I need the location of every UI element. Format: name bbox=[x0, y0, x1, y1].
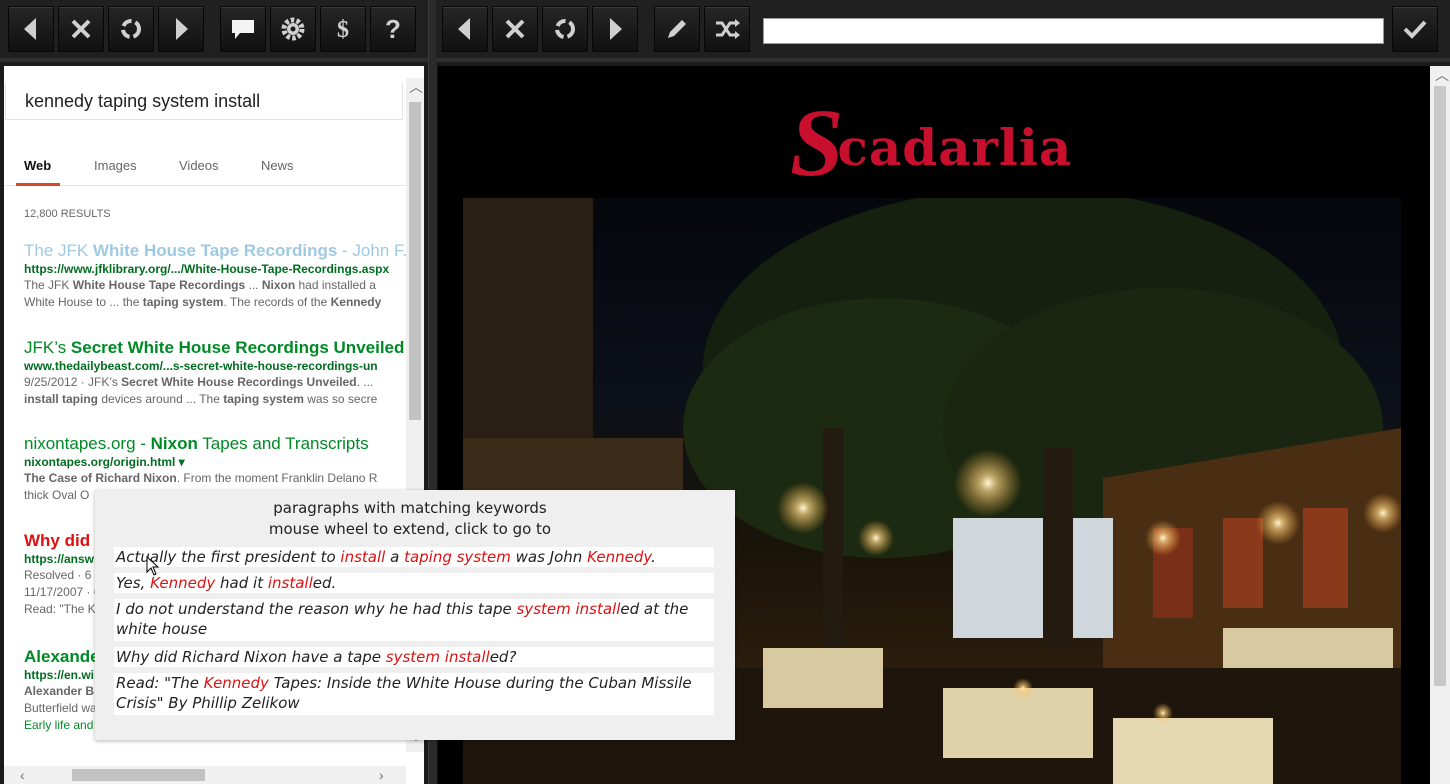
go-button[interactable] bbox=[1392, 6, 1438, 52]
close-button[interactable] bbox=[58, 6, 104, 52]
horizontal-scrollbar[interactable]: ‹ › bbox=[4, 766, 406, 784]
settings-button[interactable] bbox=[270, 6, 316, 52]
result-url[interactable]: https://www.jfklibrary.org/.../White-Hou… bbox=[24, 262, 414, 277]
tab-images[interactable]: Images bbox=[94, 158, 137, 173]
search-tabs: Web Images Videos News bbox=[4, 150, 406, 186]
forward-button[interactable] bbox=[592, 6, 638, 52]
dollar-button[interactable]: $ bbox=[320, 6, 366, 52]
check-icon bbox=[1403, 20, 1427, 39]
scrollbar-thumb[interactable] bbox=[409, 102, 421, 420]
matched-paragraph[interactable]: Actually the first president to install … bbox=[114, 547, 714, 567]
pencil-icon bbox=[668, 20, 686, 38]
gear-icon bbox=[281, 17, 305, 41]
site-logo[interactable]: S cadarlia bbox=[790, 88, 1072, 198]
scrollbar-thumb[interactable] bbox=[72, 769, 205, 781]
search-result: JFK’s Secret White House Recordings Unve… bbox=[24, 337, 414, 408]
speech-bubble-icon bbox=[232, 20, 254, 39]
svg-text:$: $ bbox=[337, 17, 349, 43]
active-tab-underline bbox=[16, 183, 60, 186]
result-title-link[interactable]: The JFK White House Tape Recordings - Jo… bbox=[24, 240, 414, 262]
url-input[interactable] bbox=[763, 18, 1384, 44]
question-icon: ? bbox=[385, 14, 401, 44]
back-icon bbox=[458, 18, 470, 40]
scroll-up-icon[interactable]: ︿ bbox=[409, 80, 423, 94]
result-snippet: 9/25/2012 · JFK’s Secret White House Rec… bbox=[24, 375, 374, 389]
result-title-link[interactable]: nixontapes.org - Nixon Tapes and Transcr… bbox=[24, 433, 414, 455]
tab-web[interactable]: Web bbox=[24, 158, 51, 173]
result-url[interactable]: www.thedailybeast.com/...s-secret-white-… bbox=[24, 359, 414, 374]
result-snippet: The Case of Richard Nixon. From the mome… bbox=[24, 471, 378, 485]
mouse-cursor-icon bbox=[146, 556, 160, 576]
close-icon bbox=[71, 19, 91, 39]
scroll-right-icon[interactable]: › bbox=[379, 768, 384, 782]
edit-button[interactable] bbox=[654, 6, 700, 52]
close-button[interactable] bbox=[492, 6, 538, 52]
popup-heading: paragraphs with matching keywords bbox=[273, 499, 547, 517]
logo-text: cadarlia bbox=[837, 117, 1073, 177]
result-snippet: The JFK White House Tape Recordings ... … bbox=[24, 278, 376, 292]
right-toolbar bbox=[436, 0, 1450, 62]
result-title-link[interactable]: JFK’s Secret White House Recordings Unve… bbox=[24, 337, 414, 359]
tab-news[interactable]: News bbox=[261, 158, 294, 173]
popup-header: paragraphs with matching keywords mouse … bbox=[95, 498, 725, 540]
search-input[interactable]: kennedy taping system install bbox=[5, 82, 403, 120]
forward-button[interactable] bbox=[158, 6, 204, 52]
result-url[interactable]: nixontapes.org/origin.html ▾ bbox=[24, 455, 414, 470]
back-button[interactable] bbox=[442, 6, 488, 52]
reload-icon bbox=[555, 19, 575, 39]
left-toolbar: $ ? bbox=[0, 0, 430, 62]
matched-paragraph[interactable]: Read: "The Kennedy Tapes: Inside the Whi… bbox=[114, 673, 714, 715]
help-button[interactable]: ? bbox=[370, 6, 416, 52]
matched-paragraph[interactable]: I do not understand the reason why he ha… bbox=[114, 599, 714, 641]
back-button[interactable] bbox=[8, 6, 54, 52]
result-snippet: White House to ... the taping system. Th… bbox=[24, 295, 382, 309]
reload-icon bbox=[121, 19, 141, 39]
svg-text:?: ? bbox=[385, 14, 401, 44]
paragraphs-button[interactable] bbox=[220, 6, 266, 52]
reload-button[interactable] bbox=[108, 6, 154, 52]
forward-icon bbox=[610, 18, 622, 40]
dollar-s-icon: $ bbox=[337, 17, 349, 43]
scroll-left-icon[interactable]: ‹ bbox=[20, 768, 25, 782]
matched-paragraph[interactable]: Yes, Kennedy had it installed. bbox=[114, 573, 714, 593]
logo-initial: S bbox=[790, 89, 844, 196]
results-count: 12,800 RESULTS bbox=[24, 208, 111, 220]
forward-icon bbox=[176, 18, 188, 40]
tab-videos[interactable]: Videos bbox=[179, 158, 219, 173]
scroll-up-icon[interactable]: ︿ bbox=[1435, 68, 1449, 82]
popup-hint: mouse wheel to extend, click to go to bbox=[268, 520, 552, 538]
scrollbar-thumb[interactable] bbox=[1434, 86, 1446, 686]
paragraphs-popup[interactable]: paragraphs with matching keywords mouse … bbox=[95, 490, 735, 740]
reload-button[interactable] bbox=[542, 6, 588, 52]
close-icon bbox=[505, 19, 525, 39]
shuffle-icon bbox=[716, 19, 740, 39]
search-result: The JFK White House Tape Recordings - Jo… bbox=[24, 240, 414, 311]
shuffle-button[interactable] bbox=[704, 6, 750, 52]
result-snippet: install taping devices around ... The ta… bbox=[24, 392, 378, 406]
vertical-scrollbar[interactable]: ︿ bbox=[1430, 66, 1450, 784]
matched-paragraph[interactable]: Why did Richard Nixon have a tape system… bbox=[114, 647, 714, 667]
back-icon bbox=[24, 18, 36, 40]
